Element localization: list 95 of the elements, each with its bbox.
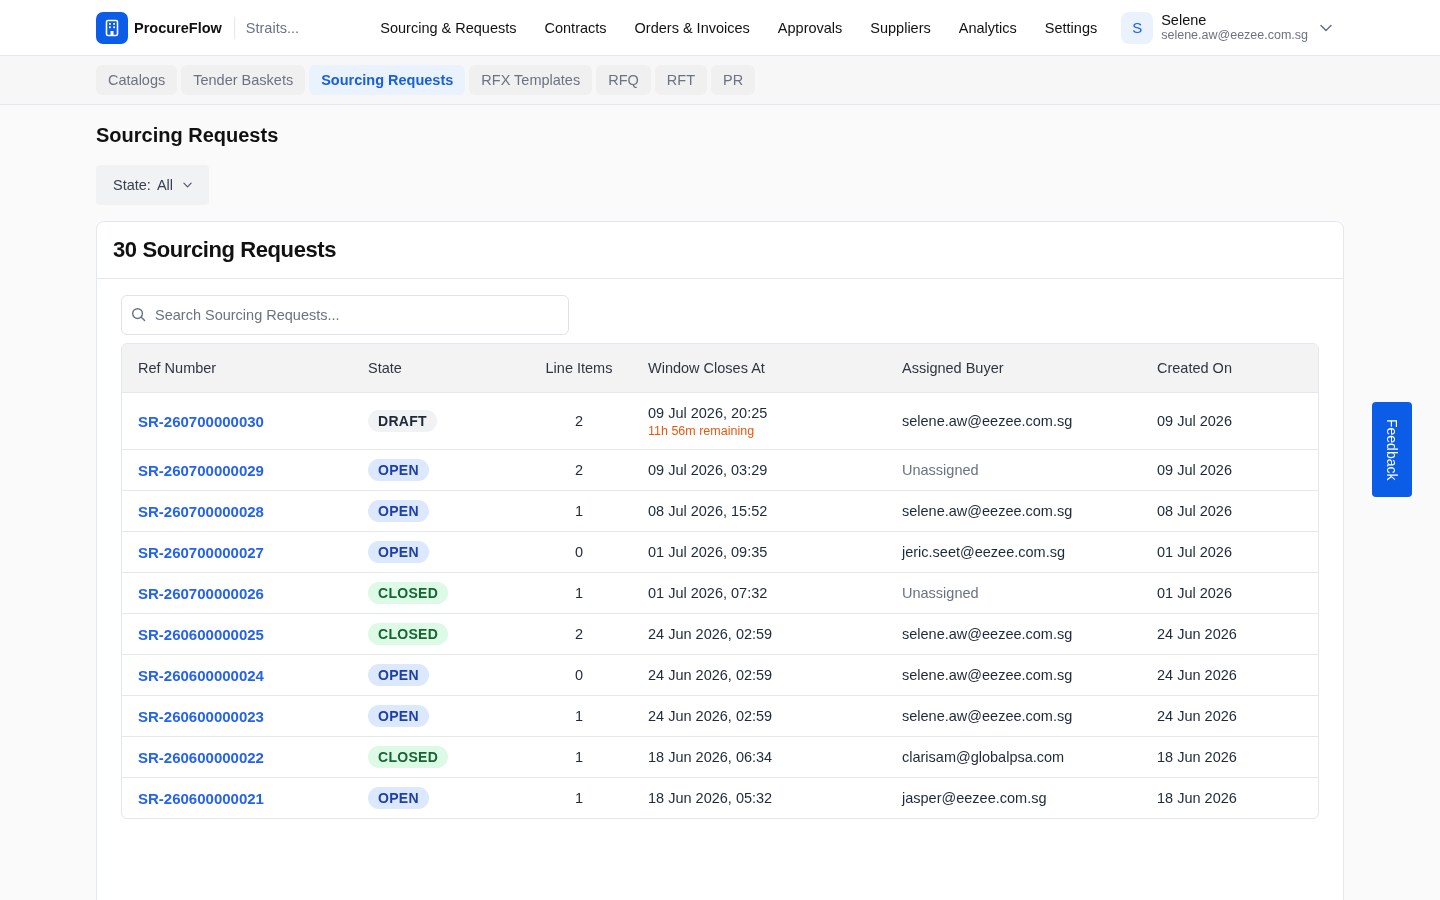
tab[interactable]: PR xyxy=(711,65,756,95)
table-cell-text: 24 Jun 2026, 02:59 xyxy=(648,626,774,642)
user-avatar[interactable]: S xyxy=(1121,11,1154,44)
status-badge: CLOSED xyxy=(368,746,449,768)
ref-number-link[interactable]: SR-260700000029 xyxy=(138,461,264,479)
user-name: Selene xyxy=(1161,12,1208,29)
table-cell: jeric.seet@eezee.com.sg xyxy=(886,531,1141,573)
table-cell: 1 xyxy=(526,777,632,818)
tab[interactable]: Sourcing Requests xyxy=(309,65,466,95)
table-cell-text: 18 Jun 2026, 05:32 xyxy=(648,790,774,806)
status-badge: CLOSED xyxy=(368,623,449,645)
nav-link[interactable]: Sourcing & Requests xyxy=(380,19,517,36)
ref-number-link[interactable]: SR-260600000022 xyxy=(138,748,264,766)
column-header: Window Closes At xyxy=(632,344,886,393)
building-logo-icon[interactable] xyxy=(96,11,128,44)
ref-number-link[interactable]: SR-260700000030 xyxy=(138,412,264,430)
table-cell: 01 Jul 2026 xyxy=(1141,531,1318,573)
ref-number-link[interactable]: SR-260700000027 xyxy=(138,543,264,561)
table-cell: 24 Jun 2026 xyxy=(1141,654,1318,696)
page-title: Sourcing Requests xyxy=(96,123,279,147)
table-cell-text: 01 Jul 2026, 07:32 xyxy=(648,585,769,601)
table-cell: 01 Jul 2026 xyxy=(1141,572,1318,614)
table-cell: selene.aw@eezee.com.sg xyxy=(886,392,1141,450)
search-field[interactable]: Search Sourcing Requests... xyxy=(121,295,569,335)
table-cell: jasper@eezee.com.sg xyxy=(886,777,1141,818)
table-cell-text: 18 Jun 2026, 06:34 xyxy=(648,749,774,765)
chevron-down-icon xyxy=(183,182,192,188)
status-badge: CLOSED xyxy=(368,582,449,604)
table-cell: 09 Jul 2026 xyxy=(1141,392,1318,450)
nav-link[interactable]: Suppliers xyxy=(870,19,931,36)
table-cell-text: 01 Jul 2026, 09:35 xyxy=(648,544,769,560)
table-cell: 1 xyxy=(526,572,632,614)
feedback-button[interactable]: Feedback xyxy=(1372,402,1412,497)
table-cell: Unassigned xyxy=(886,572,1141,614)
column-header: Created On xyxy=(1141,344,1318,393)
table-cell: selene.aw@eezee.com.sg xyxy=(886,654,1141,696)
nav-link[interactable]: Analytics xyxy=(958,19,1017,36)
table-cell: 1 xyxy=(526,490,632,532)
column-header: Ref Number xyxy=(122,344,352,393)
ref-number-link[interactable]: SR-260600000025 xyxy=(138,625,264,643)
tab[interactable]: RFX Templates xyxy=(469,65,593,95)
status-badge: OPEN xyxy=(368,664,429,686)
user-email: selene.aw@eezee.com.sg xyxy=(1161,28,1308,43)
nav-link[interactable]: Approvals xyxy=(777,19,843,36)
table-cell-text: 24 Jun 2026, 02:59 xyxy=(648,667,774,683)
table-cell-text: 08 Jul 2026, 15:52 xyxy=(648,503,769,519)
table-cell: 2 xyxy=(526,613,632,655)
tab[interactable]: Tender Baskets xyxy=(181,65,306,95)
table-cell: 09 Jul 2026 xyxy=(1141,449,1318,491)
nav-link[interactable]: Orders & Invoices xyxy=(634,19,750,36)
table-cell-text: 24 Jun 2026, 02:59 xyxy=(648,708,774,724)
table-cell: selene.aw@eezee.com.sg xyxy=(886,695,1141,737)
table-cell: clarisam@globalpsa.com xyxy=(886,736,1141,778)
table-cell: 24 Jun 2026 xyxy=(1141,613,1318,655)
nav-link[interactable]: Settings xyxy=(1044,19,1098,36)
status-badge: OPEN xyxy=(368,787,429,809)
table-cell-text: 09 Jul 2026, 20:25 xyxy=(648,404,769,421)
ref-number-link[interactable]: SR-260600000024 xyxy=(138,666,264,684)
table-cell-text: 09 Jul 2026, 03:29 xyxy=(648,462,769,478)
table-cell: 1 xyxy=(526,736,632,778)
table-cell: 24 Jun 2026 xyxy=(1141,695,1318,737)
chevron-down-icon[interactable] xyxy=(1320,23,1332,32)
table-cell: Unassigned xyxy=(886,449,1141,491)
table-cell: selene.aw@eezee.com.sg xyxy=(886,490,1141,532)
ref-number-link[interactable]: SR-260600000023 xyxy=(138,707,264,725)
search-icon xyxy=(131,307,146,322)
table-cell: 2 xyxy=(526,449,632,491)
column-header: State xyxy=(352,344,526,393)
status-badge: DRAFT xyxy=(368,410,437,432)
table-cell: 2 xyxy=(526,392,632,450)
brand-name: ProcureFlow xyxy=(134,19,222,36)
status-badge: OPEN xyxy=(368,705,429,727)
ref-number-link[interactable]: SR-260600000021 xyxy=(138,789,264,807)
table-cell: 0 xyxy=(526,654,632,696)
column-header: Assigned Buyer xyxy=(886,344,1141,393)
state-filter-dropdown[interactable]: State: All xyxy=(96,165,209,205)
tab[interactable]: RFQ xyxy=(596,65,651,95)
tab[interactable]: Catalogs xyxy=(96,65,178,95)
ref-number-link[interactable]: SR-260700000028 xyxy=(138,502,264,520)
organization-name[interactable]: Straits... xyxy=(245,19,299,36)
status-badge: OPEN xyxy=(368,541,429,563)
status-badge: OPEN xyxy=(368,459,429,481)
ref-number-link[interactable]: SR-260700000026 xyxy=(138,584,264,602)
remaining-time-text: 11h 56m remaining xyxy=(648,423,756,438)
table-cell: 08 Jul 2026 xyxy=(1141,490,1318,532)
table-cell: 0 xyxy=(526,531,632,573)
table-cell: 18 Jun 2026 xyxy=(1141,736,1318,778)
status-badge: OPEN xyxy=(368,500,429,522)
column-header: Line Items xyxy=(526,344,632,393)
table-cell: 1 xyxy=(526,695,632,737)
tab[interactable]: RFT xyxy=(654,65,707,95)
table-cell: selene.aw@eezee.com.sg xyxy=(886,613,1141,655)
nav-link[interactable]: Contracts xyxy=(544,19,607,36)
card-title: 30 Sourcing Requests xyxy=(113,237,337,263)
table-cell: 18 Jun 2026 xyxy=(1141,777,1318,818)
